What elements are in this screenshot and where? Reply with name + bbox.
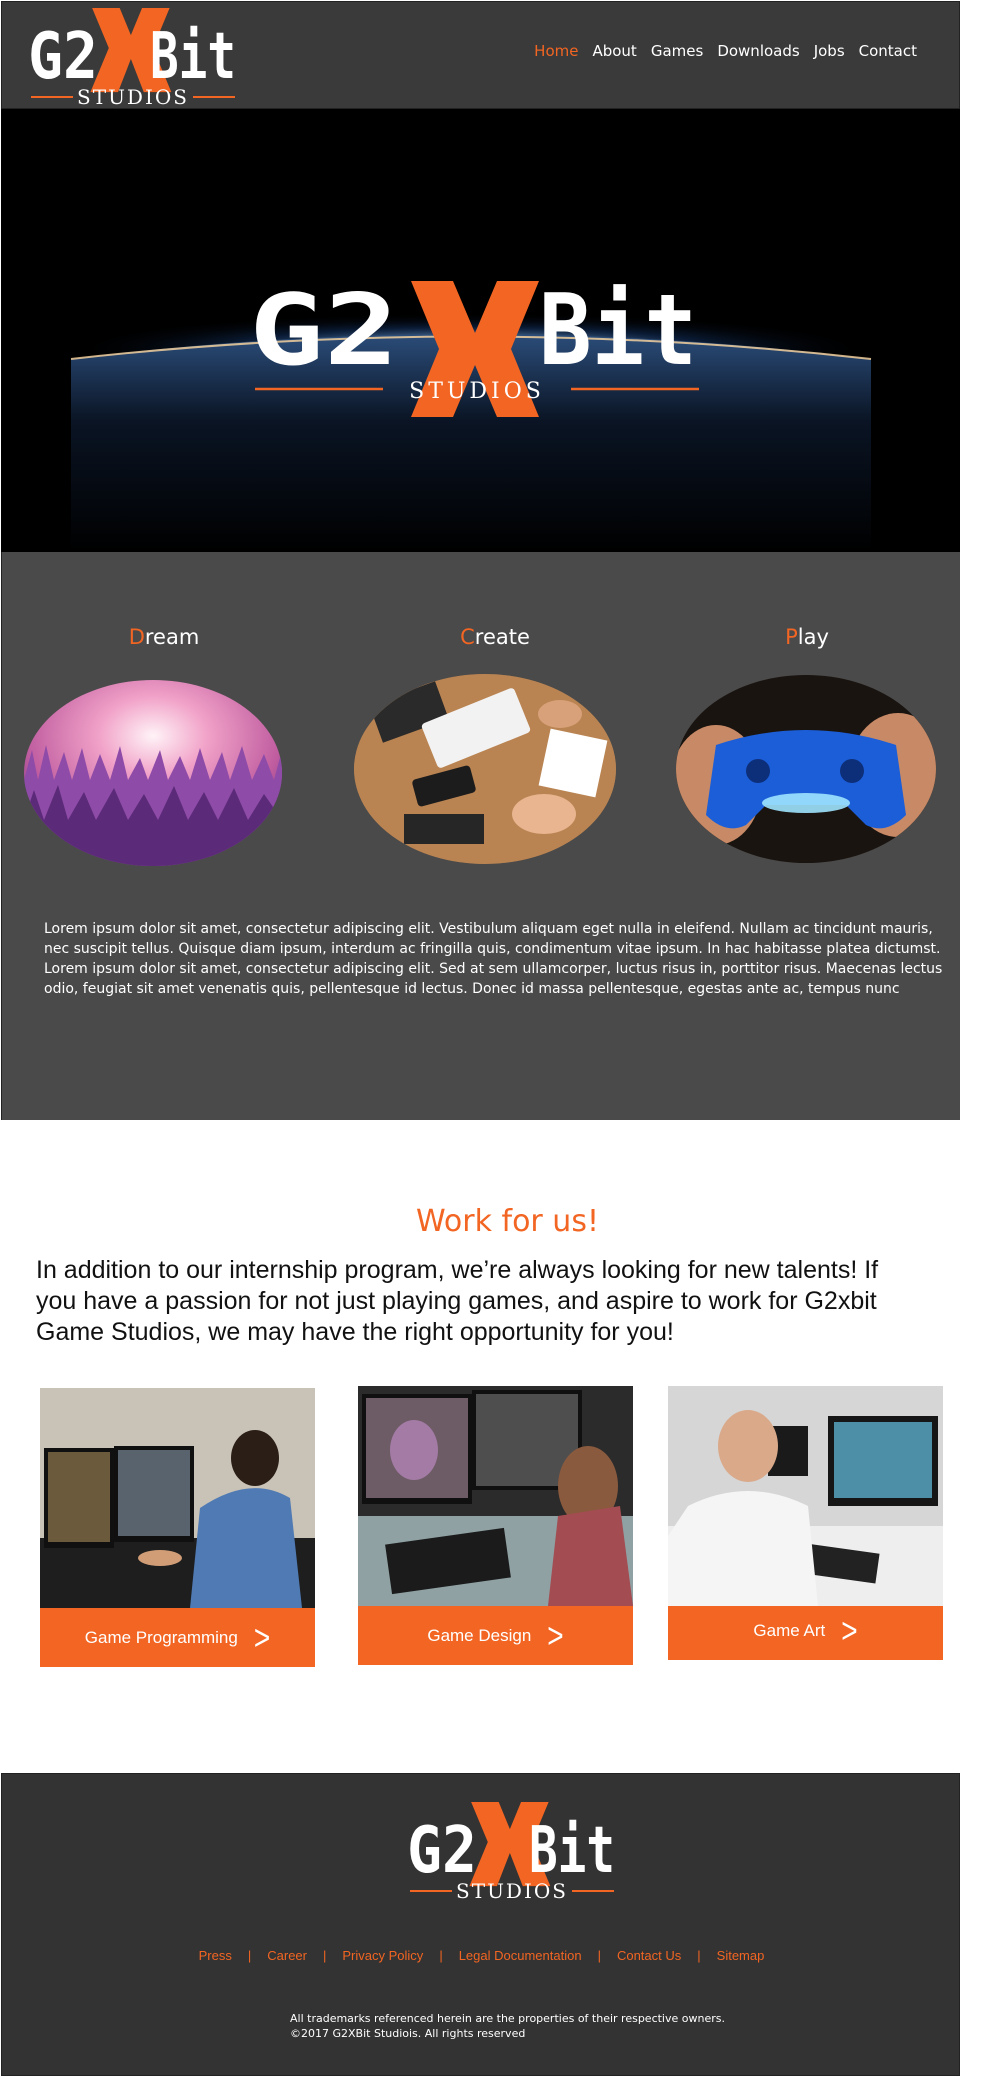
game-design-photo: [358, 1386, 633, 1606]
work-paragraph: In addition to our internship program, w…: [36, 1256, 879, 1346]
svg-text:STUDIOS: STUDIOS: [456, 1879, 568, 1902]
copyright-notice: ©2017 G2XBit Studiois. All rights reserv…: [290, 2027, 526, 2040]
svg-text:Bit: Bit: [539, 274, 697, 388]
main-nav: Home About Games Downloads Jobs Contact: [534, 42, 917, 60]
pillar-title: Play: [785, 625, 829, 649]
nav-games[interactable]: Games: [651, 42, 703, 60]
footer-link-legal-documentation[interactable]: Legal Documentation: [443, 1948, 598, 1963]
nav-contact[interactable]: Contact: [859, 42, 917, 60]
svg-text:Bit: Bit: [150, 20, 236, 94]
nav-home[interactable]: Home: [534, 42, 578, 60]
pillar-title: Create: [460, 625, 530, 649]
hero-banner: G2 Bit STUDIOS: [1, 109, 960, 552]
chevron-right-icon: >: [253, 1617, 271, 1657]
pillar-title: Dream: [128, 625, 200, 649]
svg-text:STUDIOS: STUDIOS: [77, 85, 189, 106]
pillar-create: Create: [365, 625, 625, 649]
chevron-right-icon: >: [547, 1615, 564, 1655]
play-image: [676, 675, 936, 863]
create-image: [354, 674, 616, 864]
svg-text:G2: G2: [249, 274, 399, 388]
legal-notice: All trademarks referenced herein are the…: [290, 2011, 725, 2041]
footer-link-sitemap[interactable]: Sitemap: [701, 1948, 781, 1963]
pillar-play: Play: [677, 625, 937, 649]
svg-text:G2: G2: [407, 1814, 477, 1888]
job-game-programming: Game Programming >: [40, 1388, 315, 1667]
hero-graphic: G2 Bit STUDIOS: [1, 109, 960, 552]
game-art-button[interactable]: Game Art >: [668, 1601, 943, 1660]
game-programming-label: Game Programming: [84, 1627, 238, 1647]
svg-text:STUDIOS: STUDIOS: [409, 379, 545, 404]
nav-about[interactable]: About: [592, 42, 636, 60]
footer-logo[interactable]: G2 Bit STUDIOS: [407, 1802, 617, 1902]
game-design-button[interactable]: Game Design >: [358, 1606, 633, 1665]
footer-link-career[interactable]: Career: [251, 1948, 323, 1963]
nav-downloads[interactable]: Downloads: [717, 42, 799, 60]
game-art-label: Game Art: [753, 1620, 826, 1640]
footer-link-press[interactable]: Press: [183, 1948, 248, 1963]
pillar-dream: Dream: [34, 625, 294, 649]
intro-paragraph: Lorem ipsum dolor sit amet, consectetur …: [44, 921, 943, 997]
game-programming-photo: [40, 1388, 315, 1608]
site-header: G2 Bit STUDIOS Home About Games Download…: [1, 1, 960, 109]
nav-jobs[interactable]: Jobs: [814, 42, 845, 60]
svg-text:Bit: Bit: [529, 1814, 615, 1888]
game-programming-button[interactable]: Game Programming >: [40, 1608, 315, 1667]
game-design-label: Game Design: [427, 1625, 532, 1645]
footer-links: Press | Career | Privacy Policy | Legal …: [2, 1948, 961, 1963]
work-title: Work for us!: [416, 1204, 599, 1239]
site-footer: G2 Bit STUDIOS Press | Career | Privacy …: [1, 1773, 960, 2076]
footer-link-contact-us[interactable]: Contact Us: [601, 1948, 697, 1963]
header-logo[interactable]: G2 Bit STUDIOS: [28, 8, 238, 106]
trademark-notice: All trademarks referenced herein are the…: [290, 2012, 725, 2025]
intro-section: Dream Create Play Lorem ipsum dolor sit …: [1, 552, 960, 1120]
game-art-photo: [668, 1386, 943, 1606]
footer-link-privacy-policy[interactable]: Privacy Policy: [326, 1948, 439, 1963]
dream-image: [24, 680, 282, 866]
job-game-art: Game Art >: [668, 1386, 943, 1660]
chevron-right-icon: >: [841, 1610, 858, 1650]
svg-text:G2: G2: [28, 20, 98, 94]
job-game-design: Game Design >: [358, 1386, 633, 1665]
